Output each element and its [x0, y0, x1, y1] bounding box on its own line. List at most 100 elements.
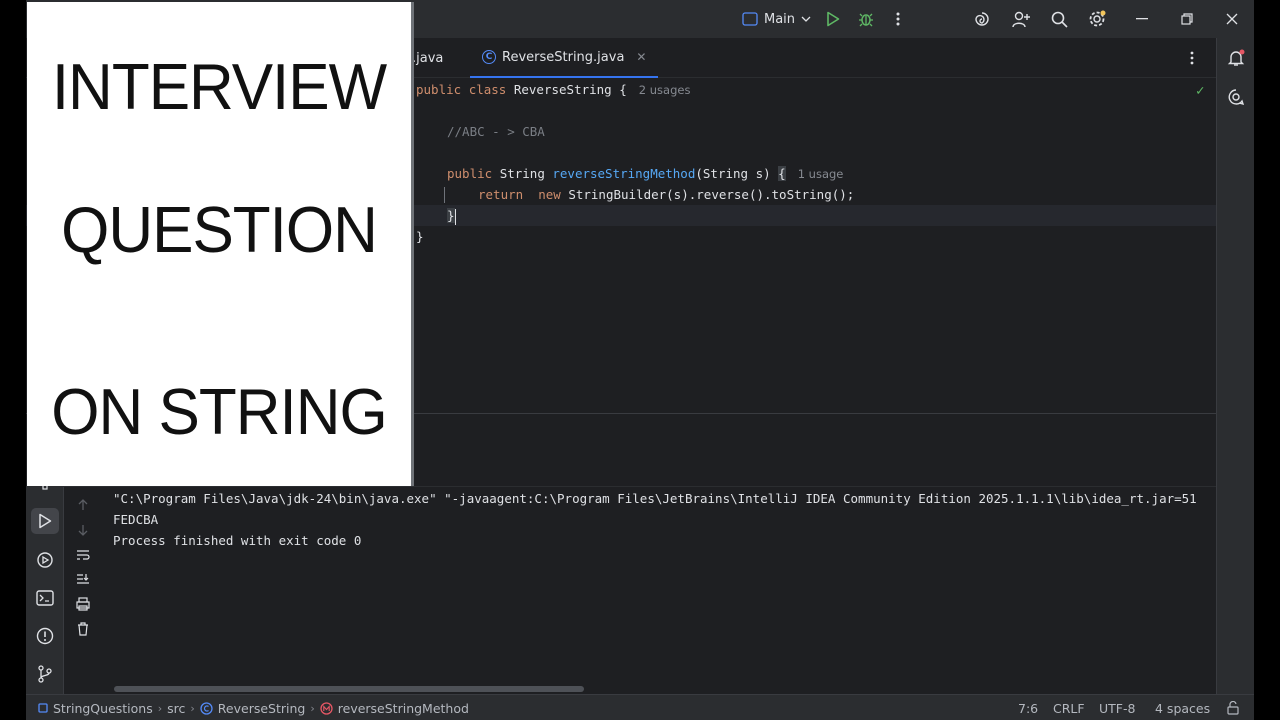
keyword: public [416, 82, 462, 97]
bell-icon [1227, 49, 1245, 66]
tab-options-button[interactable] [1190, 50, 1194, 70]
minimize-icon [1136, 18, 1148, 20]
text-caret [454, 208, 457, 225]
breadcrumb-class[interactable]: ReverseString [218, 701, 306, 716]
brace: { [778, 166, 786, 181]
breadcrumb-method[interactable]: reverseStringMethod [338, 701, 469, 716]
bug-icon [859, 13, 873, 27]
brace: { [619, 82, 627, 97]
keyword: public [447, 166, 493, 181]
search-button[interactable] [1049, 9, 1069, 29]
file-encoding[interactable]: UTF-8 [1099, 695, 1135, 720]
spiral-icon [975, 12, 989, 26]
status-bar: StringQuestions › src › ReverseString › … [26, 694, 1254, 720]
run-config-selector[interactable]: Main [742, 8, 811, 30]
type-name: String [499, 166, 545, 181]
soft-wrap-button[interactable] [74, 546, 92, 564]
keyword: new [538, 187, 561, 202]
chat-spiral-icon [1228, 89, 1245, 105]
notifications-button[interactable] [1226, 48, 1246, 68]
usages-hint[interactable]: 1 usage [798, 167, 844, 181]
tab-label: ReverseString.java [502, 49, 625, 65]
close-tab-icon[interactable]: ✕ [636, 50, 646, 64]
git-tool-button[interactable] [35, 664, 55, 684]
usages-hint[interactable]: 2 usages [639, 83, 691, 97]
arrow-up-icon [78, 499, 88, 510]
run-console-output[interactable]: "C:\Program Files\Java\jdk-24\bin\java.e… [102, 487, 1216, 687]
printer-icon [76, 597, 90, 611]
vertical-dots-icon [1190, 51, 1194, 65]
play-icon [827, 11, 840, 27]
overlay-line-3: ON STRING [51, 376, 387, 449]
overlay-line-2: QUESTION [61, 194, 378, 267]
caret-position[interactable]: 7:6 [1018, 695, 1038, 720]
console-line: "C:\Program Files\Java\jdk-24\bin\java.e… [113, 491, 1197, 506]
breadcrumb-folder[interactable]: src [167, 701, 185, 716]
close-window-button[interactable] [1222, 9, 1242, 29]
console-line: FEDCBA [113, 512, 159, 527]
terminal-icon [36, 590, 54, 606]
problems-tool-button[interactable] [35, 626, 55, 646]
indent-guide [444, 187, 445, 203]
class-icon: C [482, 50, 496, 64]
comment: //ABC - > CBA [447, 124, 545, 139]
scroll-end-icon [77, 574, 89, 584]
scroll-up-button[interactable] [74, 496, 92, 514]
read-only-toggle[interactable] [1227, 695, 1239, 720]
scroll-to-end-button[interactable] [74, 570, 92, 588]
console-horizontal-scrollbar[interactable] [114, 686, 584, 692]
statement: StringBuilder(s).reverse().toString(); [568, 187, 855, 202]
params: (String s) [695, 166, 771, 181]
run-tool-button[interactable] [31, 508, 59, 534]
run-config-label: Main [764, 11, 796, 27]
app-window-icon [742, 12, 758, 26]
close-icon [1226, 13, 1238, 25]
terminal-tool-button[interactable] [35, 588, 55, 608]
left-tool-strip [26, 483, 64, 694]
more-actions-button[interactable] [888, 9, 908, 29]
debug-button[interactable] [856, 9, 876, 29]
breadcrumb-project[interactable]: StringQuestions [53, 701, 153, 716]
method-icon [320, 701, 333, 715]
chevron-down-icon [801, 16, 811, 22]
overlay-edge [411, 2, 414, 486]
module-icon [38, 703, 48, 713]
gear-icon [1089, 10, 1106, 27]
tab-label: .java [412, 50, 444, 66]
chevron-right-icon: › [190, 701, 195, 715]
print-button[interactable] [74, 595, 92, 613]
wrap-icon [77, 550, 90, 560]
method-name: reverseStringMethod [552, 166, 696, 181]
restore-icon [1181, 13, 1193, 25]
scroll-down-button[interactable] [74, 521, 92, 539]
services-icon [37, 552, 53, 568]
code-with-me-button[interactable] [1011, 9, 1031, 29]
minimize-button[interactable] [1132, 9, 1152, 29]
services-tool-button[interactable] [35, 550, 55, 570]
overlay-line-1: INTERVIEW [51, 51, 387, 124]
class-icon [200, 701, 213, 715]
settings-button[interactable] [1087, 9, 1107, 29]
tab-reverse-string[interactable]: C ReverseString.java ✕ [470, 38, 659, 78]
trash-icon [78, 622, 88, 636]
run-actions-column [64, 487, 102, 694]
indent-setting[interactable]: 4 spaces [1155, 695, 1210, 720]
keyword: class [468, 82, 507, 97]
arrow-down-icon [78, 525, 88, 536]
brace: } [416, 229, 424, 244]
ai-assistant-button[interactable] [972, 9, 992, 29]
restore-button[interactable] [1177, 9, 1197, 29]
ai-chat-button[interactable] [1226, 87, 1246, 107]
chevron-right-icon: › [157, 701, 163, 715]
tab-other-java[interactable]: .java [412, 38, 443, 78]
breadcrumb: StringQuestions › src › ReverseString › … [38, 695, 469, 720]
git-branch-icon [38, 665, 52, 683]
class-name: ReverseString [513, 82, 612, 97]
add-user-icon [1012, 11, 1030, 28]
warning-circle-icon [36, 627, 54, 645]
play-icon [39, 513, 52, 529]
run-button[interactable] [823, 9, 843, 29]
unlock-icon [1227, 701, 1239, 715]
clear-console-button[interactable] [74, 620, 92, 638]
line-separator[interactable]: CRLF [1053, 695, 1085, 720]
